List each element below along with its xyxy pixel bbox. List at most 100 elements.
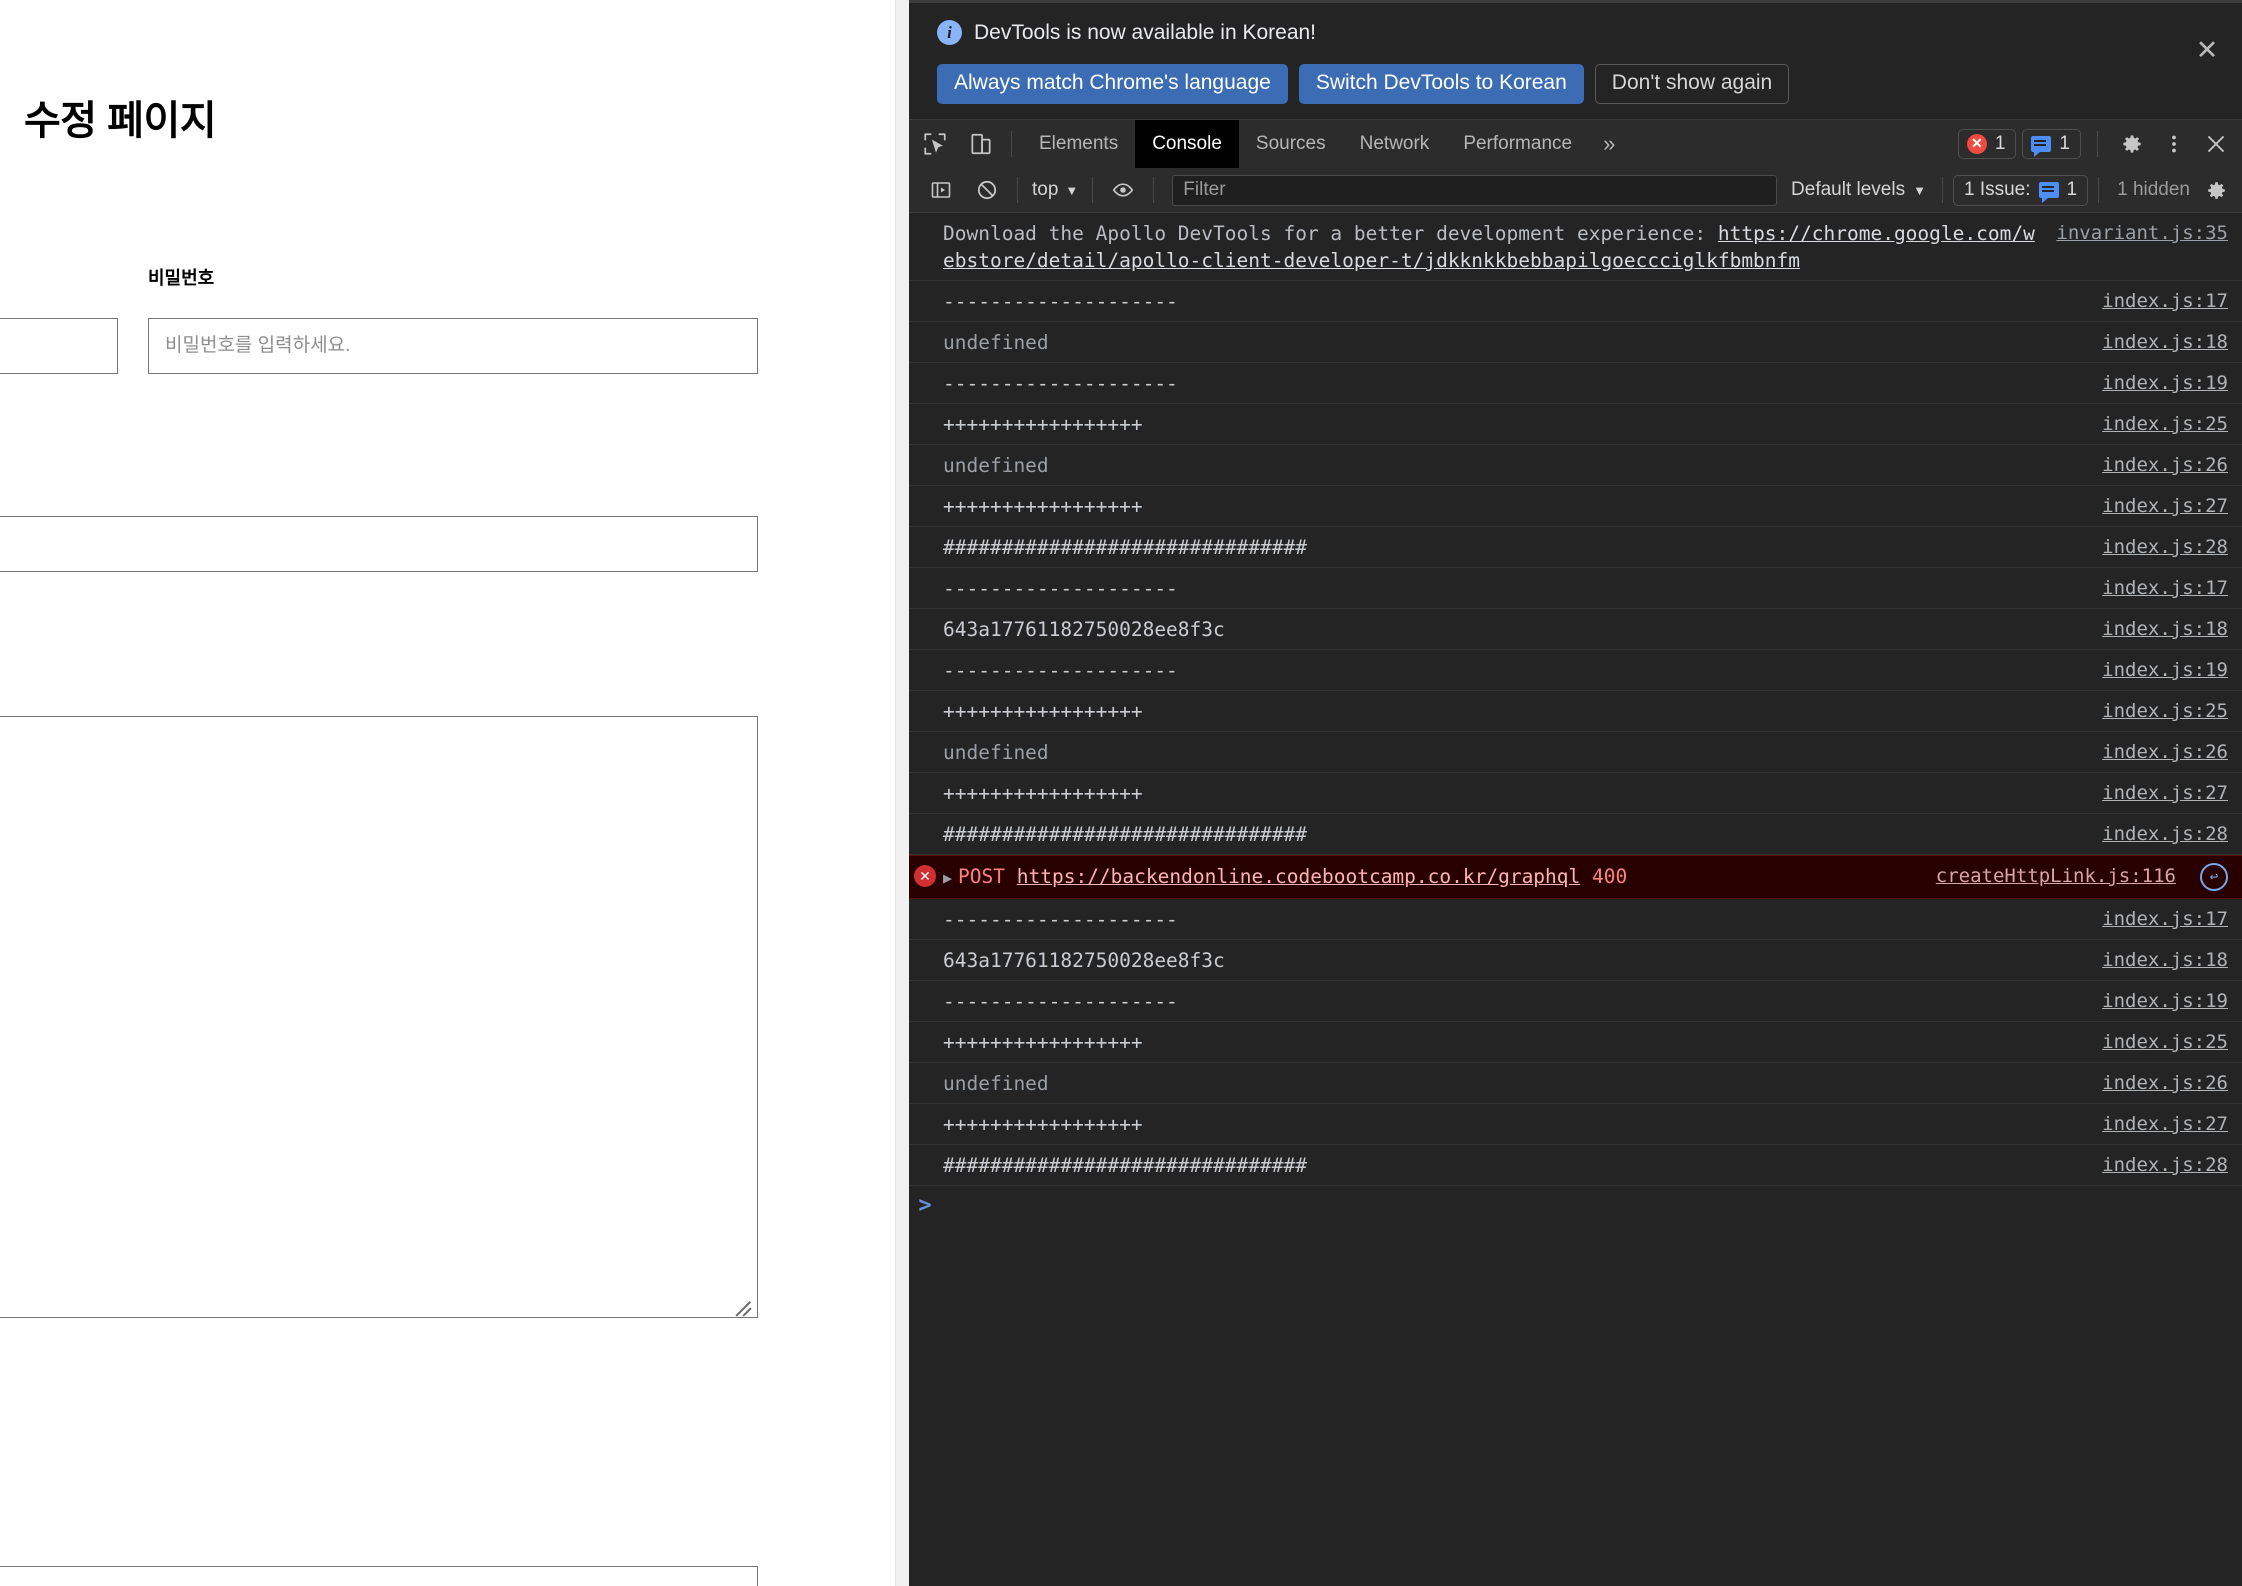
chevron-down-icon: ▼ [1913,182,1926,198]
log-row[interactable]: +++++++++++++++++ index.js:25 [909,1022,2242,1063]
log-row-source[interactable]: index.js:28 [2088,1152,2242,1179]
log-row-gutter [909,411,941,413]
log-row-source[interactable]: index.js:28 [2088,534,2242,561]
log-row-source[interactable]: index.js:25 [2088,1029,2242,1056]
log-row-source[interactable]: createHttpLink.js:116 [1922,863,2190,890]
log-row[interactable]: -------------------- index.js:19 [909,981,2242,1022]
log-row-error[interactable]: ✕ ▶ POST https://backendonline.codebootca… [909,855,2242,899]
password-input[interactable] [148,318,758,374]
log-row-message: +++++++++++++++++ [943,782,1143,805]
console-sidebar-icon[interactable] [921,170,961,210]
log-row-source[interactable]: index.js:26 [2088,739,2242,766]
log-row-message: undefined [943,741,1049,764]
log-row[interactable]: undefined index.js:26 [909,732,2242,773]
tab-console[interactable]: Console [1135,120,1239,168]
log-row[interactable]: +++++++++++++++++ index.js:27 [909,1104,2242,1145]
wide-input[interactable] [0,516,758,572]
log-row-message: ############################### [943,536,1307,559]
chevron-double-right-icon[interactable]: » [1589,120,1629,168]
dont-show-again-button[interactable]: Don't show again [1594,64,1790,105]
log-row[interactable]: ############################### index.js… [909,527,2242,568]
kebab-menu-icon[interactable] [2156,124,2192,164]
expand-arrow-icon[interactable]: ▶ [943,865,952,892]
log-row-source[interactable]: index.js:17 [2088,575,2242,602]
switch-devtools-to-korean-button[interactable]: Switch DevTools to Korean [1298,64,1584,105]
bottom-partial-input[interactable] [0,1566,758,1586]
live-expression-icon[interactable] [1103,170,1143,210]
always-match-chrome-language-button[interactable]: Always match Chrome's language [937,64,1288,105]
log-row[interactable]: 643a17761182750028ee8f3c index.js:18 [909,940,2242,981]
issues-badge[interactable]: 1 Issue: 1 [1952,174,2089,206]
console-settings-gear-icon[interactable] [2198,170,2234,210]
inspect-element-icon[interactable] [915,124,955,164]
tab-network[interactable]: Network [1343,120,1447,168]
close-devtools-icon[interactable] [2198,124,2234,164]
log-row[interactable]: 643a17761182750028ee8f3c index.js:18 [909,609,2242,650]
log-row-source[interactable]: index.js:19 [2088,657,2242,684]
message-count-badge[interactable]: 1 [2022,129,2081,159]
left-partial-input[interactable] [0,318,118,374]
log-row[interactable]: +++++++++++++++++ index.js:27 [909,486,2242,527]
log-row-source[interactable]: index.js:19 [2088,370,2242,397]
log-row-source[interactable]: index.js:26 [2088,1070,2242,1097]
log-row[interactable]: Download the Apollo DevTools for a bette… [909,213,2242,281]
log-levels-select[interactable]: Default levels ▼ [1785,179,1932,201]
log-row-message: ▶ POST https://backendonline.codebootcamp… [941,863,1922,892]
error-count-badge[interactable]: ✕ 1 [1957,129,2017,159]
log-row-gutter [909,452,941,454]
log-row[interactable]: -------------------- index.js:19 [909,363,2242,404]
log-row-source[interactable]: index.js:26 [2088,452,2242,479]
request-url[interactable]: https://backendonline.codebootcamp.co.kr… [1017,865,1581,888]
log-row[interactable]: -------------------- index.js:17 [909,568,2242,609]
log-row-source[interactable]: index.js:19 [2088,988,2242,1015]
close-icon[interactable]: ✕ [2190,33,2224,67]
gear-icon[interactable] [2114,124,2150,164]
log-row-gutter [909,739,941,741]
toolbar-divider-3 [1153,177,1155,203]
log-row-source[interactable]: index.js:27 [2088,493,2242,520]
page-vertical-scrollbar[interactable] [895,0,909,1586]
log-row-source[interactable]: index.js:28 [2088,821,2242,848]
log-row[interactable]: undefined index.js:18 [909,322,2242,363]
log-row-message: 643a17761182750028ee8f3c [943,949,1225,972]
console-log-list[interactable]: Download the Apollo DevTools for a bette… [909,213,2242,1586]
log-row-source[interactable]: index.js:27 [2088,1111,2242,1138]
log-row[interactable]: -------------------- index.js:17 [909,899,2242,940]
device-toolbar-icon[interactable] [961,124,1001,164]
message-count-value: 1 [2059,132,2070,154]
content-textarea[interactable] [0,716,758,1318]
language-notification-banner: i DevTools is now available in Korean! A… [909,3,2242,120]
log-row-source[interactable]: index.js:18 [2088,616,2242,643]
log-row-source[interactable]: index.js:27 [2088,780,2242,807]
toolbar-divider-1 [1017,177,1018,203]
screenshot-root: 수정 페이지 비밀번호 i DevTools is now available … [0,0,2242,1586]
log-row[interactable]: ############################### index.js… [909,814,2242,855]
log-row[interactable]: ############################### index.js… [909,1145,2242,1186]
log-row-source[interactable]: index.js:18 [2088,947,2242,974]
log-row-gutter [909,493,941,495]
log-row[interactable]: -------------------- index.js:17 [909,281,2242,322]
network-request-icon[interactable]: ↩ [2200,863,2228,891]
console-input-prompt[interactable]: > [909,1186,2242,1230]
log-row-source[interactable]: index.js:17 [2088,288,2242,315]
execution-context-select[interactable]: top ▼ [1028,179,1082,201]
log-row[interactable]: +++++++++++++++++ index.js:25 [909,691,2242,732]
log-row[interactable]: undefined index.js:26 [909,445,2242,486]
log-row[interactable]: +++++++++++++++++ index.js:27 [909,773,2242,814]
log-row-source[interactable]: index.js:17 [2088,906,2242,933]
log-row[interactable]: +++++++++++++++++ index.js:25 [909,404,2242,445]
console-filter-input[interactable] [1172,174,1778,206]
log-row[interactable]: undefined index.js:26 [909,1063,2242,1104]
log-row-source[interactable]: index.js:18 [2088,329,2242,356]
log-row-source[interactable]: index.js:25 [2088,698,2242,725]
prompt-caret-icon: > [918,1193,932,1218]
clear-console-icon[interactable] [967,170,1007,210]
log-row[interactable]: -------------------- index.js:19 [909,650,2242,691]
log-row-source[interactable]: index.js:25 [2088,411,2242,438]
tab-sources[interactable]: Sources [1239,120,1343,168]
tab-elements[interactable]: Elements [1022,120,1135,168]
toolbar-divider-2 [1092,177,1094,203]
tab-performance[interactable]: Performance [1446,120,1589,168]
log-row-gutter [909,370,941,372]
log-row-source[interactable]: invariant.js:35 [2042,220,2242,247]
